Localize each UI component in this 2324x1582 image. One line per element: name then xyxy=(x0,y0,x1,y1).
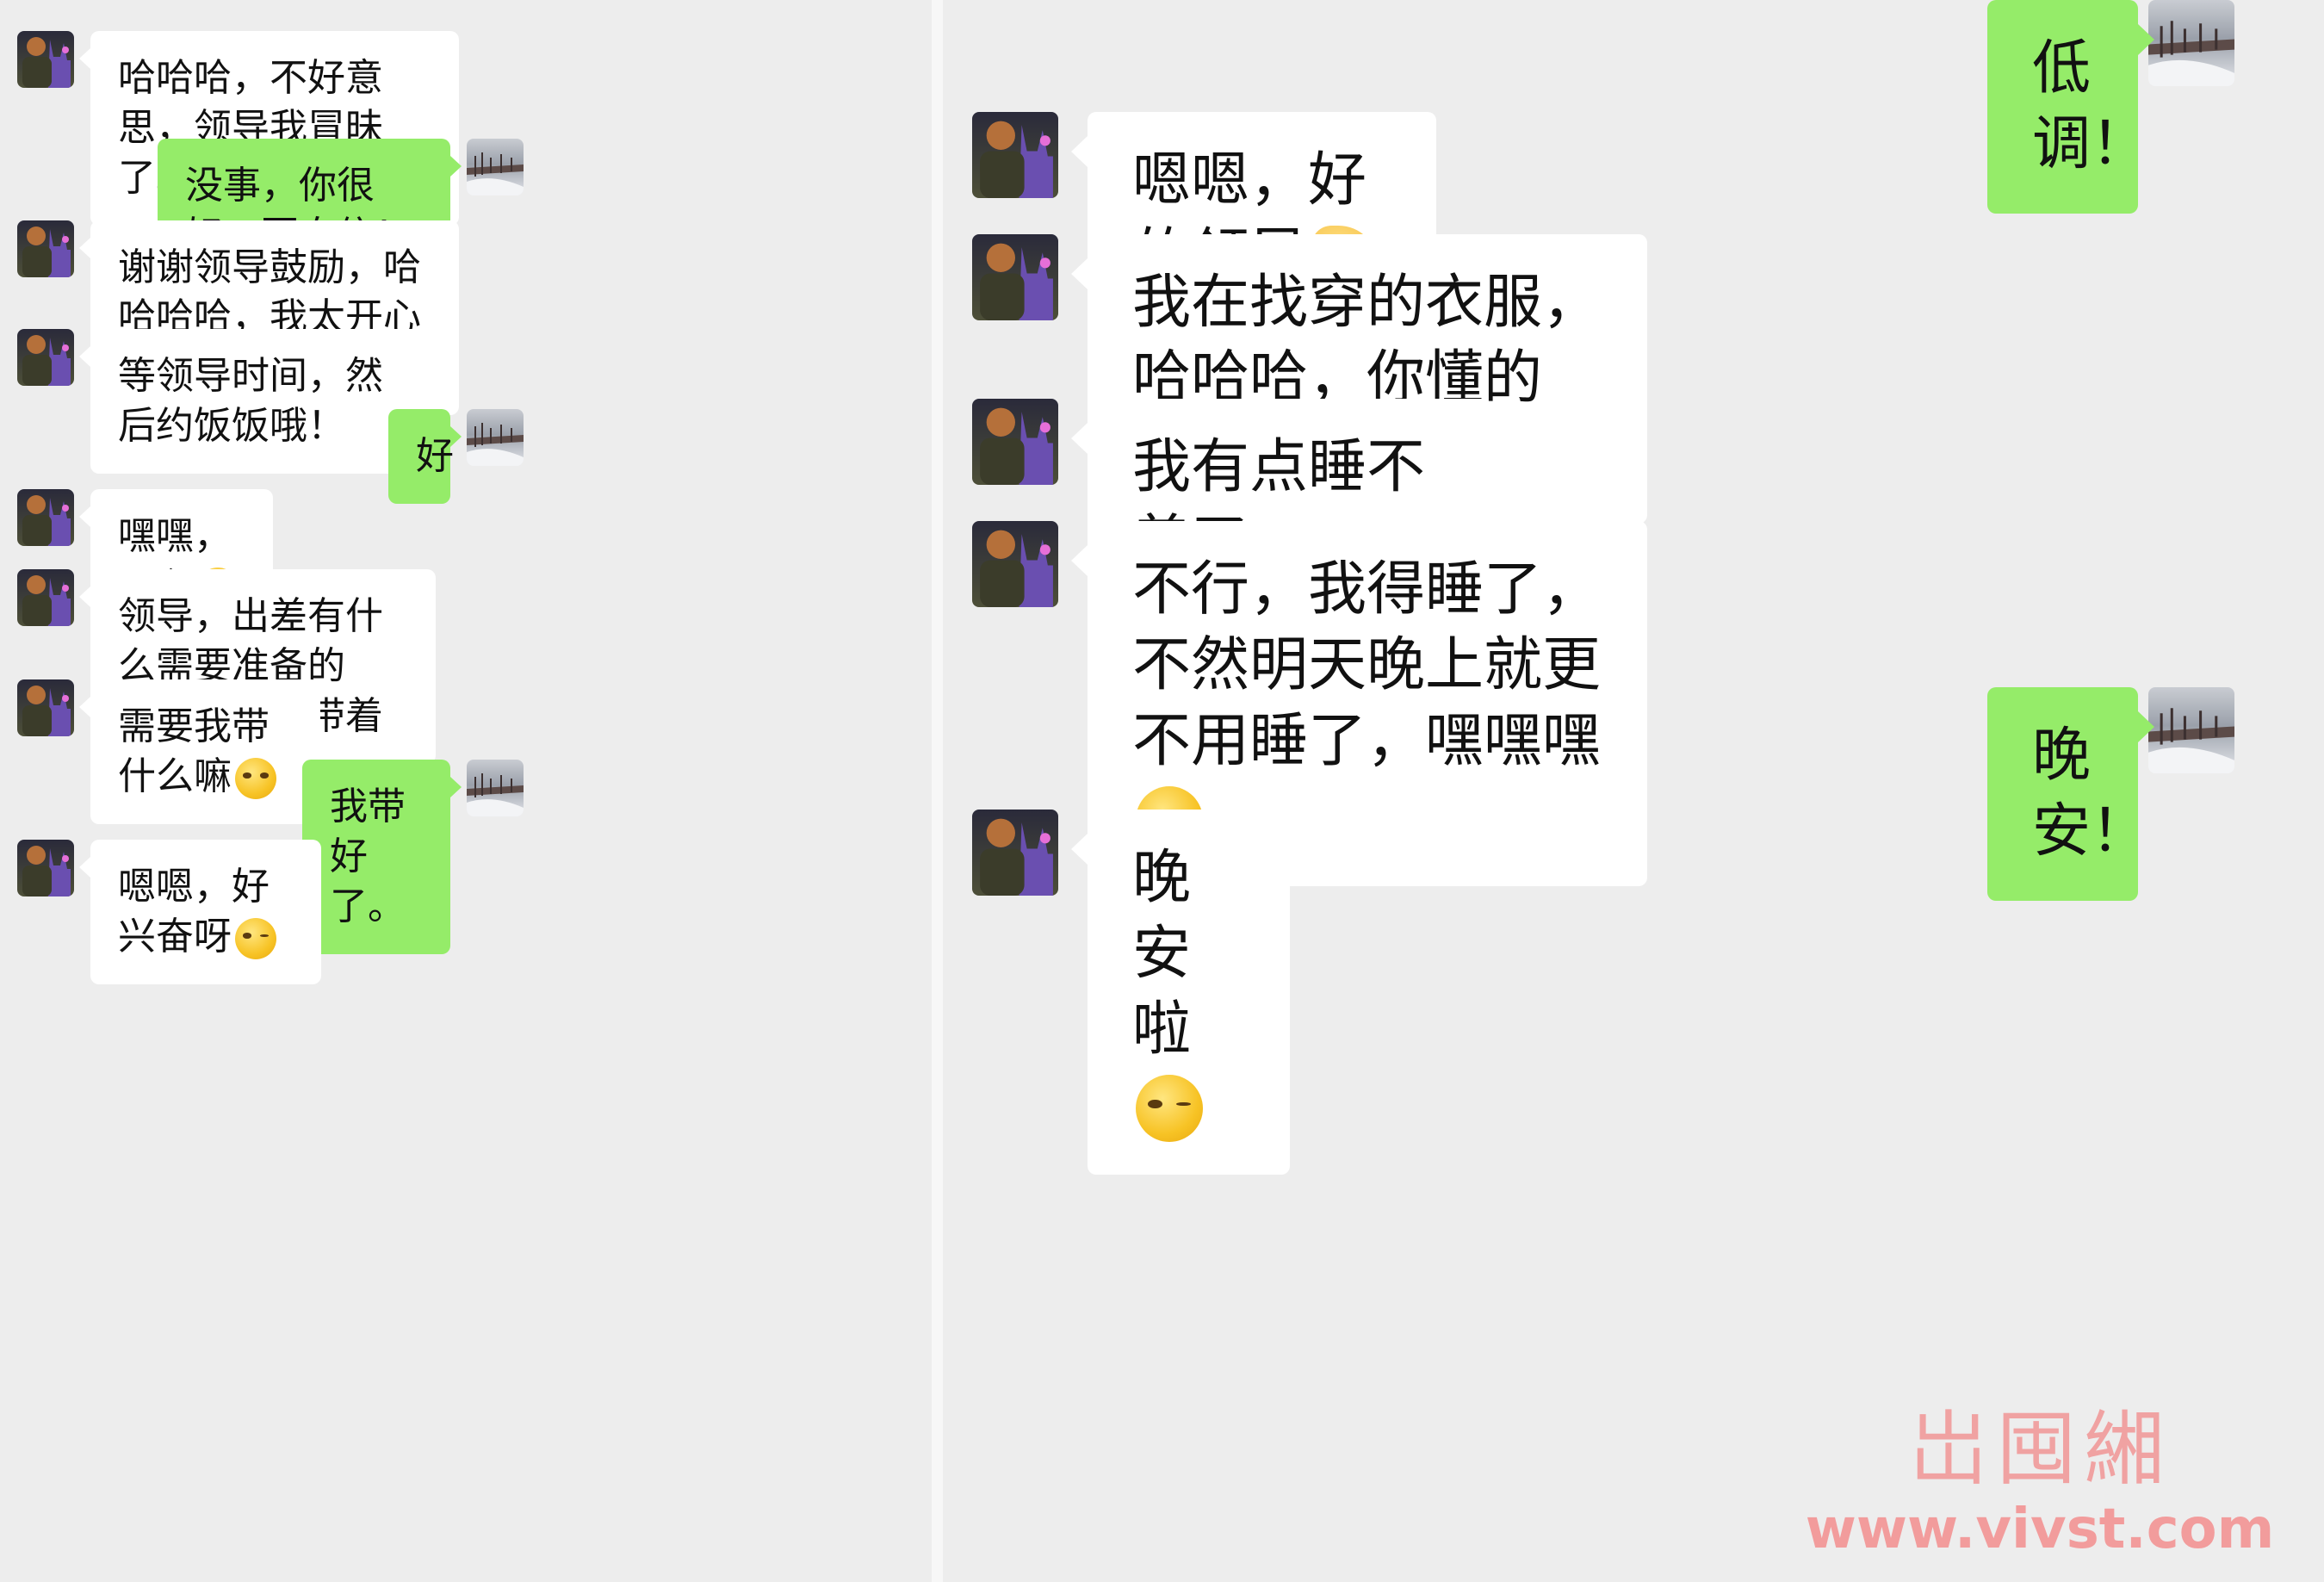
message-row: 晚安！ xyxy=(943,687,2324,901)
message-row: 领导，出差有什么需要准备的嘛，我给您带着 xyxy=(0,569,932,764)
bubble-tail xyxy=(450,426,462,447)
bubble-tail xyxy=(79,48,90,69)
message-row: 没事，你很好，要自信！ xyxy=(0,139,932,283)
my-avatar[interactable] xyxy=(2148,0,2234,86)
panel-divider xyxy=(932,0,943,1582)
bubble-tail xyxy=(1071,834,1088,865)
message-row: 需要我带什么嘛 xyxy=(0,679,932,824)
message-row: 嗯嗯，好的领导 xyxy=(943,112,2324,326)
avatar-photo-icon xyxy=(467,409,524,466)
contact-avatar[interactable] xyxy=(17,489,74,546)
contact-avatar[interactable] xyxy=(17,679,74,736)
message-text: 我在找穿的衣服，哈哈哈，你懂的 xyxy=(1132,269,1602,413)
bubble-tail xyxy=(1071,136,1088,167)
avatar-photo-icon xyxy=(467,139,524,195)
contact-avatar[interactable] xyxy=(17,31,74,88)
message-row: 等领导时间，然后约饭饭哦！ xyxy=(0,329,932,474)
message-text: 好 xyxy=(416,434,454,478)
bubble-tail xyxy=(79,506,90,527)
message-row: 嗯嗯，好兴奋呀 xyxy=(0,840,932,984)
wink-emoji-icon xyxy=(1136,1075,1203,1143)
message-row: 低调！ xyxy=(943,0,2324,214)
contact-avatar[interactable] xyxy=(17,220,74,277)
my-avatar[interactable] xyxy=(467,409,524,466)
bubble-tail xyxy=(79,697,90,717)
message-row: 我有点睡不着了。。。 xyxy=(943,399,2324,612)
right-chat-panel: 低调！嗯嗯，好的领导我在找穿的衣服，哈哈哈，你懂的我有点睡不着了。。。不行，我得… xyxy=(943,0,2324,1582)
received-message-bubble[interactable]: 晚安啦 xyxy=(1088,810,1290,1175)
avatar-photo-icon xyxy=(17,31,74,88)
avatar-photo-icon xyxy=(972,234,1058,320)
bubble-tail xyxy=(2138,24,2154,55)
bubble-tail xyxy=(1071,423,1088,454)
avatar-photo-icon xyxy=(17,329,74,386)
received-message-bubble[interactable]: 嗯嗯，好兴奋呀 xyxy=(90,840,321,984)
bubble-tail xyxy=(79,586,90,607)
contact-avatar[interactable] xyxy=(972,810,1058,896)
watermark-url: www.vivst.com xyxy=(1805,1498,2275,1561)
bubble-tail xyxy=(450,777,462,797)
contact-avatar[interactable] xyxy=(17,569,74,626)
message-row: 我在找穿的衣服，哈哈哈，你懂的 xyxy=(943,234,2324,524)
my-avatar[interactable] xyxy=(467,760,524,816)
message-row: 晚安啦 xyxy=(943,810,2324,1175)
message-row: 嘿嘿，开心 xyxy=(0,489,932,634)
bubble-tail xyxy=(79,238,90,258)
contact-avatar[interactable] xyxy=(17,329,74,386)
avatar-photo-icon xyxy=(467,760,524,816)
avatar-photo-icon xyxy=(17,489,74,546)
avatar-photo-icon xyxy=(17,840,74,896)
avatar-photo-icon xyxy=(972,521,1058,607)
bubble-tail xyxy=(79,346,90,367)
bubble-tail xyxy=(1071,258,1088,289)
contact-avatar[interactable] xyxy=(972,521,1058,607)
avatar-photo-icon xyxy=(17,569,74,626)
message-text: 晚安啦 xyxy=(1132,844,1192,1064)
bubble-tail xyxy=(2138,711,2154,742)
avatar-photo-icon xyxy=(17,220,74,277)
bubble-tail xyxy=(1071,545,1088,576)
watermark-logo: 岀囤緗 xyxy=(1907,1403,2172,1497)
contact-avatar[interactable] xyxy=(972,112,1058,198)
wink-emoji-icon xyxy=(235,918,276,959)
avatar-photo-icon xyxy=(17,679,74,736)
my-avatar[interactable] xyxy=(467,139,524,195)
bubble-tail xyxy=(450,156,462,177)
contact-avatar[interactable] xyxy=(972,399,1058,485)
avatar-photo-icon xyxy=(972,810,1058,896)
contact-avatar[interactable] xyxy=(17,840,74,896)
message-row: 好 xyxy=(0,409,932,504)
my-avatar[interactable] xyxy=(2148,687,2234,773)
avatar-photo-icon xyxy=(972,399,1058,485)
contact-avatar[interactable] xyxy=(972,234,1058,320)
avatar-photo-icon xyxy=(2148,0,2234,86)
bubble-tail xyxy=(79,857,90,878)
watermark: 岀囤緗 www.vivst.com xyxy=(1782,1403,2298,1566)
message-row: 不行，我得睡了，不然明天晚上就更不用睡了，嘿嘿嘿 xyxy=(943,521,2324,886)
avatar-photo-icon xyxy=(2148,687,2234,773)
message-row: 哈哈哈，不好意思，领导我冒昧了。。。 xyxy=(0,31,932,226)
message-row: 谢谢领导鼓励，哈哈哈哈，我太开心了 xyxy=(0,220,932,415)
message-row: 我带好了。 xyxy=(0,760,932,954)
avatar-photo-icon xyxy=(972,112,1058,198)
left-chat-panel: 哈哈哈，不好意思，领导我冒昧了。。。没事，你很好，要自信！谢谢领导鼓励，哈哈哈哈… xyxy=(0,0,932,1582)
